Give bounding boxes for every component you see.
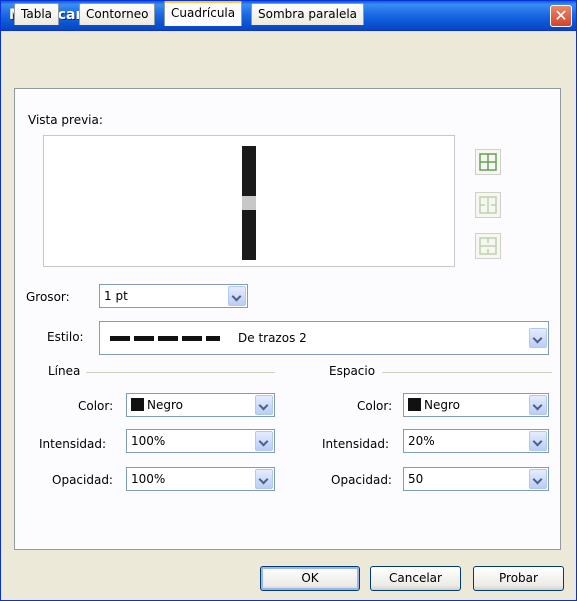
ok-button[interactable]: OK	[260, 566, 360, 591]
espacio-opacidad-label: Opacidad:	[331, 473, 392, 487]
espacio-divider	[382, 372, 552, 373]
espacio-intensidad-select[interactable]: 20%	[403, 429, 549, 453]
preview-line-dash	[242, 210, 256, 260]
linea-color-select[interactable]: Negro	[126, 393, 275, 417]
espacio-intensidad-label: Intensidad:	[322, 437, 390, 451]
color-swatch	[131, 398, 144, 411]
close-icon: ✕	[554, 6, 568, 25]
dash-pattern-swatch	[182, 336, 202, 341]
chevron-down-icon[interactable]	[255, 431, 273, 451]
linea-opacidad-label: Opacidad:	[52, 473, 113, 487]
dash-pattern-swatch	[206, 336, 220, 341]
espacio-intensidad-value: 20%	[408, 434, 435, 448]
linea-group-title: Línea	[48, 364, 81, 378]
estilo-select[interactable]: De trazos 2	[99, 321, 549, 355]
test-button[interactable]: Probar	[473, 566, 564, 591]
horizontal-gridlines-icon[interactable]	[475, 233, 501, 259]
linea-color-value: Negro	[131, 398, 183, 412]
tab-cuadricula[interactable]: Cuadrícula	[164, 1, 243, 26]
estilo-label: Estilo:	[47, 330, 84, 344]
espacio-group-title: Espacio	[329, 364, 376, 378]
chevron-down-icon[interactable]	[529, 431, 547, 451]
espacio-opacidad-select[interactable]: 50	[403, 467, 549, 491]
chevron-down-icon[interactable]	[529, 469, 547, 489]
estilo-value: De trazos 2	[238, 331, 307, 345]
linea-intensidad-value: 100%	[131, 434, 166, 448]
grosor-value: 1 pt	[104, 289, 128, 303]
chevron-down-icon[interactable]	[228, 286, 246, 306]
espacio-opacidad-value: 50	[408, 472, 424, 486]
linea-opacidad-select[interactable]: 100%	[126, 467, 275, 491]
chevron-down-icon[interactable]	[255, 469, 273, 489]
linea-intensidad-label: Intensidad:	[39, 437, 107, 451]
preview-line-dash	[242, 146, 256, 196]
color-swatch	[408, 398, 421, 411]
vertical-gridlines-icon[interactable]	[475, 192, 501, 218]
preview-area	[43, 135, 455, 267]
dash-pattern-swatch	[110, 336, 130, 341]
all-gridlines-icon[interactable]	[475, 149, 501, 175]
grosor-select[interactable]: 1 pt	[99, 284, 248, 308]
preview-line-gap	[242, 196, 256, 210]
linea-intensidad-select[interactable]: 100%	[126, 429, 275, 453]
cancel-button[interactable]: Cancelar	[370, 566, 461, 591]
chevron-down-icon[interactable]	[529, 328, 547, 348]
tab-sombra-paralela[interactable]: Sombra paralela	[251, 3, 365, 25]
espacio-color-select[interactable]: Negro	[403, 393, 549, 417]
espacio-color-label: Color:	[357, 399, 393, 413]
linea-opacidad-value: 100%	[131, 472, 166, 486]
linea-divider	[86, 372, 275, 373]
dash-pattern-swatch	[158, 336, 178, 341]
close-button[interactable]: ✕	[550, 5, 572, 27]
tab-tabla[interactable]: Tabla	[14, 3, 60, 25]
tab-contorneo[interactable]: Contorneo	[79, 3, 156, 25]
linea-color-label: Color:	[78, 399, 114, 413]
preview-label: Vista previa:	[28, 113, 103, 127]
modify-dialog: Modificar ✕ Tabla Contorneo Cuadrícula S…	[0, 0, 577, 601]
chevron-down-icon[interactable]	[529, 395, 547, 415]
chevron-down-icon[interactable]	[255, 395, 273, 415]
dash-pattern-swatch	[134, 336, 154, 341]
espacio-color-value: Negro	[408, 398, 460, 412]
grosor-label: Grosor:	[26, 290, 70, 304]
